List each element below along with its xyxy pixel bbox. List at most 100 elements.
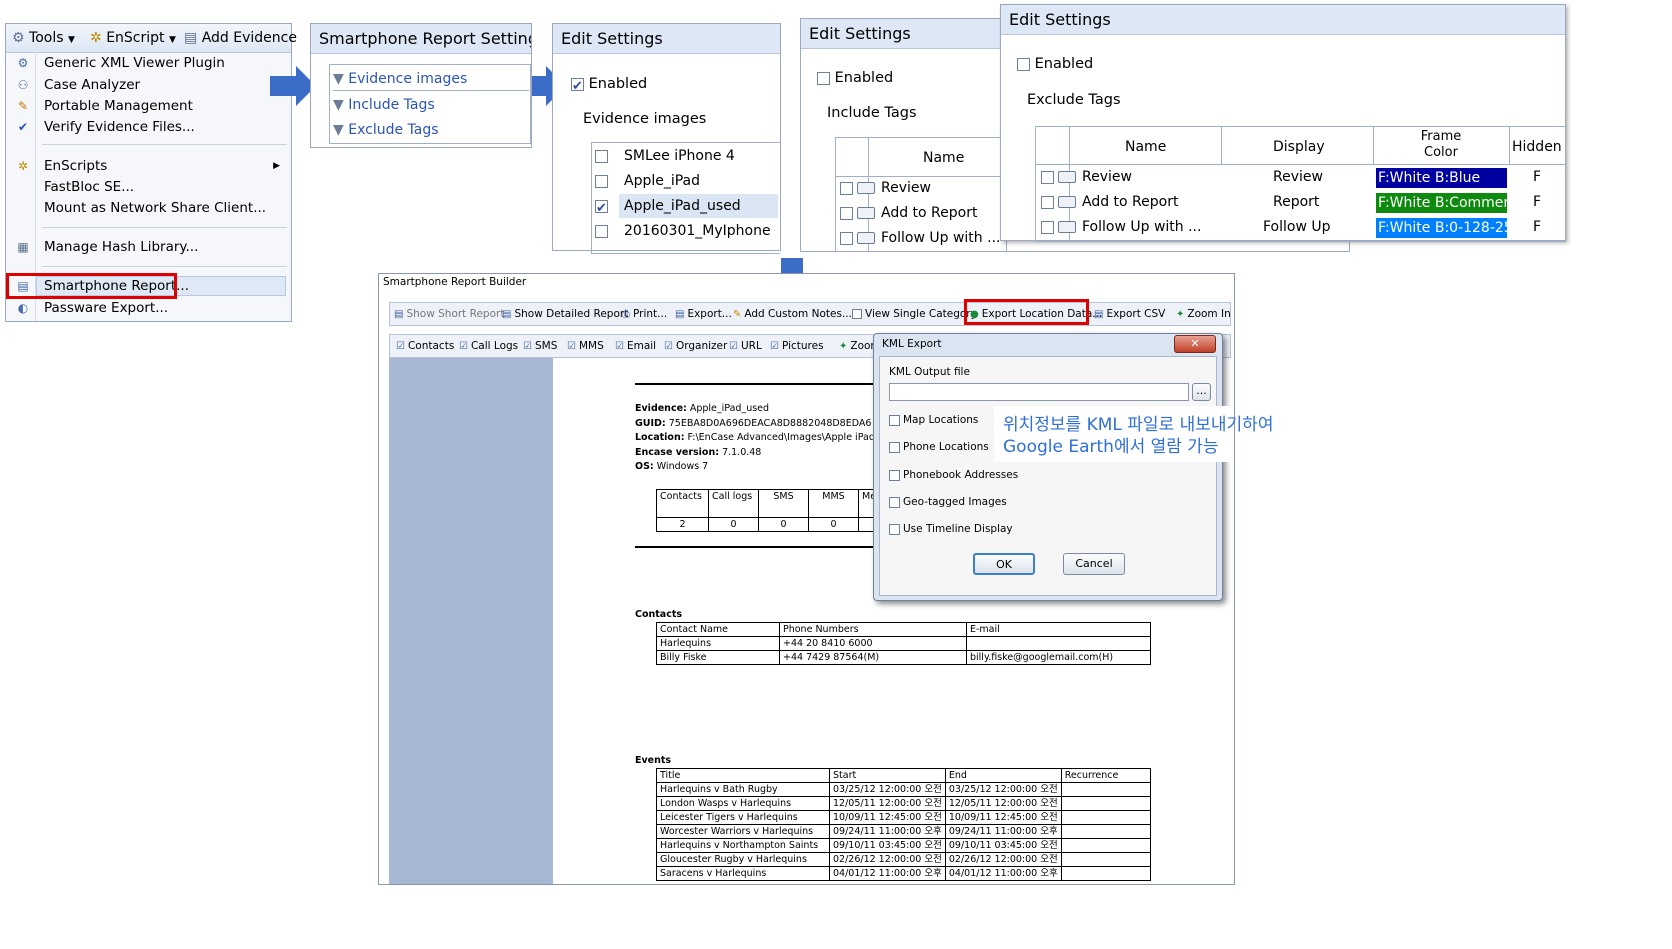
category-contacts[interactable]: ☑ Contacts (396, 335, 454, 357)
table-row: Harlequins +44 20 8410 6000 (656, 636, 1151, 651)
evidence-row[interactable]: Apple_iPad_used (595, 194, 741, 221)
tag-row[interactable]: Review (1041, 165, 1132, 189)
output-file-input[interactable] (889, 383, 1189, 401)
settings-item-exclude[interactable]: ▼ Exclude Tags (333, 118, 439, 142)
filter-icon: ▼ (333, 122, 344, 138)
view-single-category-toggle[interactable]: View Single Category (852, 303, 977, 325)
close-button[interactable]: ✕ (1174, 335, 1216, 353)
show-short-report-button[interactable]: ▤ Show Short Report (394, 303, 504, 325)
menu-item-generic-xml[interactable]: ⚙ Generic XML Viewer Plugin (14, 53, 225, 74)
checkbox-checked-icon: ☑ (567, 341, 576, 352)
show-detailed-report-button[interactable]: ▤ Show Detailed Report (502, 303, 628, 325)
column-header-frame-color[interactable]: Frame Color (1373, 129, 1509, 161)
table-row: Saracens v Harlequins 04/01/12 11:00:00 오… (656, 866, 1152, 881)
table-row: Leicester Tigers v Harlequins 10/09/11 12… (656, 810, 1152, 825)
checkbox[interactable] (889, 469, 900, 481)
pencil-icon: ✎ (17, 99, 29, 113)
enabled-checkbox[interactable]: Enabled (571, 72, 647, 99)
annotation-text: 위치정보를 KML 파일로 내보내기하여 Google Earth에서 열람 가… (1003, 415, 1274, 457)
settings-item-evidence[interactable]: ▼ Evidence images (333, 68, 529, 91)
checkbox[interactable] (889, 496, 900, 508)
checkbox[interactable] (1017, 57, 1030, 71)
tag-row[interactable]: Review (840, 176, 931, 200)
menu-item-mount[interactable]: Mount as Network Share Client... (14, 198, 266, 219)
tag-hidden: F (1533, 219, 1542, 235)
tag-display: Report (1273, 194, 1320, 210)
menu-item-verify[interactable]: ✔ Verify Evidence Files... (14, 117, 195, 138)
add-evidence-button[interactable]: ▤ Add Evidence (184, 24, 297, 52)
option-map-locations[interactable]: Map Locations (889, 414, 978, 426)
checkbox[interactable] (1041, 220, 1054, 234)
checkbox[interactable] (817, 71, 830, 85)
checkbox[interactable] (595, 224, 608, 238)
tag-row[interactable]: Follow Up with ... (1041, 215, 1201, 239)
checkbox[interactable] (840, 231, 853, 245)
settings-item-include[interactable]: ▼ Include Tags (333, 93, 435, 117)
checkbox-checked-icon: ☑ (615, 341, 624, 352)
checkbox[interactable] (595, 149, 608, 163)
enabled-checkbox[interactable]: Enabled (817, 66, 893, 90)
evidence-row[interactable]: Apple_iPad (595, 169, 700, 193)
category-mms[interactable]: ☑ MMS (567, 335, 604, 357)
column-header-name[interactable]: Name (1125, 135, 1166, 159)
tag-display: Follow Up (1263, 219, 1331, 235)
category-organizer[interactable]: ☑ Organizer (664, 335, 727, 357)
column-header-name[interactable]: Name (923, 146, 964, 170)
checkbox[interactable] (889, 523, 900, 535)
checkbox[interactable] (571, 75, 584, 99)
menu-item-case-analyzer[interactable]: ⚇ Case Analyzer (14, 75, 140, 96)
column-header-hidden[interactable]: Hidden (1512, 135, 1562, 159)
browse-button[interactable]: ... (1192, 383, 1211, 401)
category-sms[interactable]: ☑ SMS (523, 335, 557, 357)
add-custom-notes-button[interactable]: ✎ Add Custom Notes... (733, 303, 852, 325)
ok-button[interactable]: OK (973, 553, 1035, 575)
checkbox[interactable] (840, 206, 853, 220)
checkbox[interactable] (852, 309, 862, 319)
checkbox[interactable] (1041, 170, 1054, 184)
tools-menu: ⚙ Tools ▼ ✲ EnScript ▼ ▤ Add Evidence ⚙ G… (5, 23, 297, 322)
menu-item-fastbloc[interactable]: FastBloc SE... (14, 177, 134, 198)
panel-title: Edit Settings (1001, 5, 1565, 35)
category-pictures[interactable]: ☑ Pictures (770, 335, 824, 357)
category-url[interactable]: ☑ URL (729, 335, 762, 357)
print-button[interactable]: ⎙ Print... (622, 303, 667, 325)
checkbox[interactable] (595, 174, 608, 188)
checkbox[interactable] (889, 441, 900, 453)
export-csv-button[interactable]: ▤ Export CSV (1094, 303, 1165, 325)
checkbox[interactable] (840, 181, 853, 195)
menu-item-hash-library[interactable]: ▦ Manage Hash Library... (14, 237, 198, 258)
option-phone-locations[interactable]: Phone Locations (889, 441, 989, 453)
tag-row[interactable]: Add to Report (1041, 190, 1178, 214)
evidence-row[interactable]: 20160301_MyIphone (595, 219, 771, 243)
checkbox[interactable] (595, 197, 608, 221)
zoom-in-button[interactable]: ✦ Zoom In (1176, 303, 1231, 325)
enscript-button[interactable]: ✲ EnScript ▼ (90, 24, 176, 54)
category-call-logs[interactable]: ☑ Call Logs (459, 335, 518, 357)
counts-table: Contacts Call logs SMS MMS Me 2 0 0 0 (656, 489, 886, 532)
category-email[interactable]: ☑ Email (615, 335, 656, 357)
dropdown-arrow-icon: ▼ (67, 35, 75, 45)
panel-title: Edit Settings (553, 24, 780, 54)
tag-row[interactable]: Follow Up with ... (840, 226, 1000, 250)
menu-item-enscripts[interactable]: ✲ EnScripts ▶ (14, 156, 284, 177)
gear-icon: ⚙ (17, 56, 29, 70)
checkbox-checked-icon: ☑ (729, 341, 738, 352)
menu-item-passware[interactable]: ◐ Passware Export... (14, 298, 168, 319)
option-phonebook-addresses[interactable]: Phonebook Addresses (889, 469, 1018, 481)
tools-button[interactable]: ⚙ Tools ▼ (12, 24, 75, 54)
tag-hidden: F (1533, 169, 1542, 185)
section-label: Include Tags (827, 105, 917, 121)
option-geo-tagged-images[interactable]: Geo-tagged Images (889, 496, 1007, 508)
tag-row[interactable]: Add to Report (840, 201, 977, 225)
column-header-display[interactable]: Display (1273, 135, 1325, 159)
menu-item-portable[interactable]: ✎ Portable Management (14, 96, 193, 117)
export-button[interactable]: ▤ Export... (675, 303, 732, 325)
checkbox[interactable] (1041, 195, 1054, 209)
evidence-row[interactable]: SMLee iPhone 4 (595, 144, 735, 168)
checkbox[interactable] (889, 414, 900, 426)
enabled-checkbox[interactable]: Enabled (1017, 52, 1093, 76)
option-use-timeline[interactable]: Use Timeline Display (889, 523, 1013, 535)
section-label: Evidence images (583, 111, 707, 127)
window-title: Smartphone Report Builder (383, 276, 527, 288)
cancel-button[interactable]: Cancel (1063, 553, 1125, 575)
